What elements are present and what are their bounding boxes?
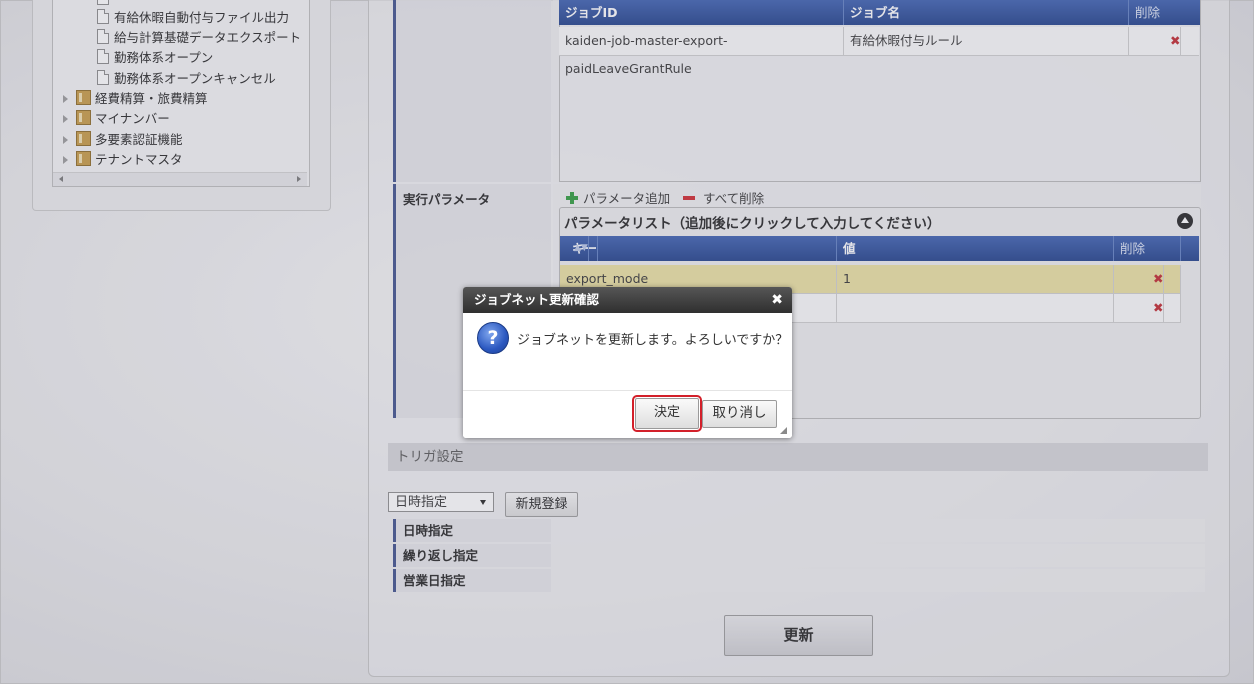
dialog-title[interactable]: ジョブネット更新確認 [463, 287, 792, 313]
dialog-title-text: ジョブネット更新確認 [474, 292, 600, 307]
question-icon: ? [477, 322, 509, 354]
confirm-button[interactable]: 決定 [632, 395, 702, 432]
cancel-button[interactable]: 取り消し [702, 400, 777, 428]
confirm-dialog: ジョブネット更新確認 ✖ ? ジョブネットを更新します。よろしいですか？ 決定 … [463, 287, 792, 438]
close-icon[interactable]: ✖ [771, 287, 783, 313]
dialog-message: ジョブネットを更新します。よろしいですか？ [517, 333, 789, 348]
resize-grip-icon[interactable] [780, 427, 787, 434]
